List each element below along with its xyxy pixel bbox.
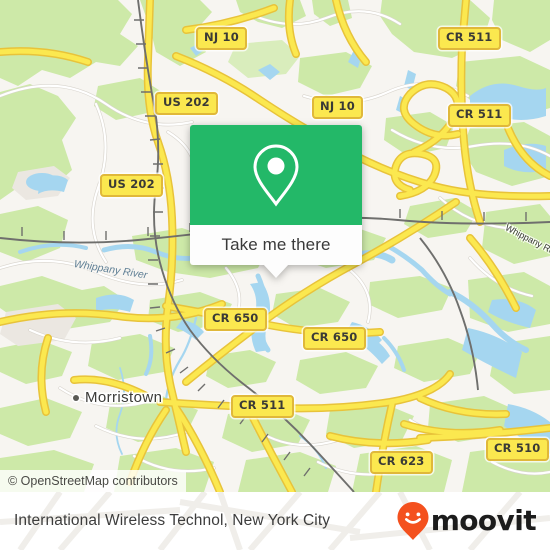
road-shield: US 202 <box>155 92 218 115</box>
moovit-location-card: .park { fill:#cde9a8; } .park2 { fill:#d… <box>0 0 550 550</box>
callout-pin-panel <box>190 125 362 225</box>
take-me-there-label: Take me there <box>221 235 331 254</box>
location-callout[interactable]: Take me there <box>190 125 362 278</box>
moovit-wordmark: moovit <box>430 504 537 537</box>
osm-attribution-text: © OpenStreetMap contributors <box>8 474 178 488</box>
moovit-smiley-pin-icon <box>397 502 429 540</box>
road-shield: CR 511 <box>231 395 294 418</box>
road-shield: CR 511 <box>438 27 501 50</box>
city-label: Morristown <box>85 389 163 406</box>
map-canvas[interactable]: .park { fill:#cde9a8; } .park2 { fill:#d… <box>0 0 550 492</box>
moovit-logo[interactable]: moovit <box>396 501 537 541</box>
road-shield: CR 510 <box>486 438 549 461</box>
osm-attribution[interactable]: © OpenStreetMap contributors <box>0 470 186 492</box>
location-title: International Wireless Technol, New York… <box>14 512 331 529</box>
city-dot-marker <box>73 395 79 401</box>
callout-pointer <box>263 264 289 278</box>
callout-action-panel[interactable]: Take me there <box>190 225 362 278</box>
road-shield: CR 511 <box>448 104 511 127</box>
road-shield: CR 650 <box>204 308 267 331</box>
bottom-info-bar: International Wireless Technol, New York… <box>0 492 550 550</box>
road-shield: NJ 10 <box>196 27 247 50</box>
map-pin-icon <box>253 144 299 207</box>
road-shield: CR 650 <box>303 327 366 350</box>
road-shield: NJ 10 <box>312 96 363 119</box>
road-shield: CR 623 <box>370 451 433 474</box>
road-shield: US 202 <box>100 174 163 197</box>
